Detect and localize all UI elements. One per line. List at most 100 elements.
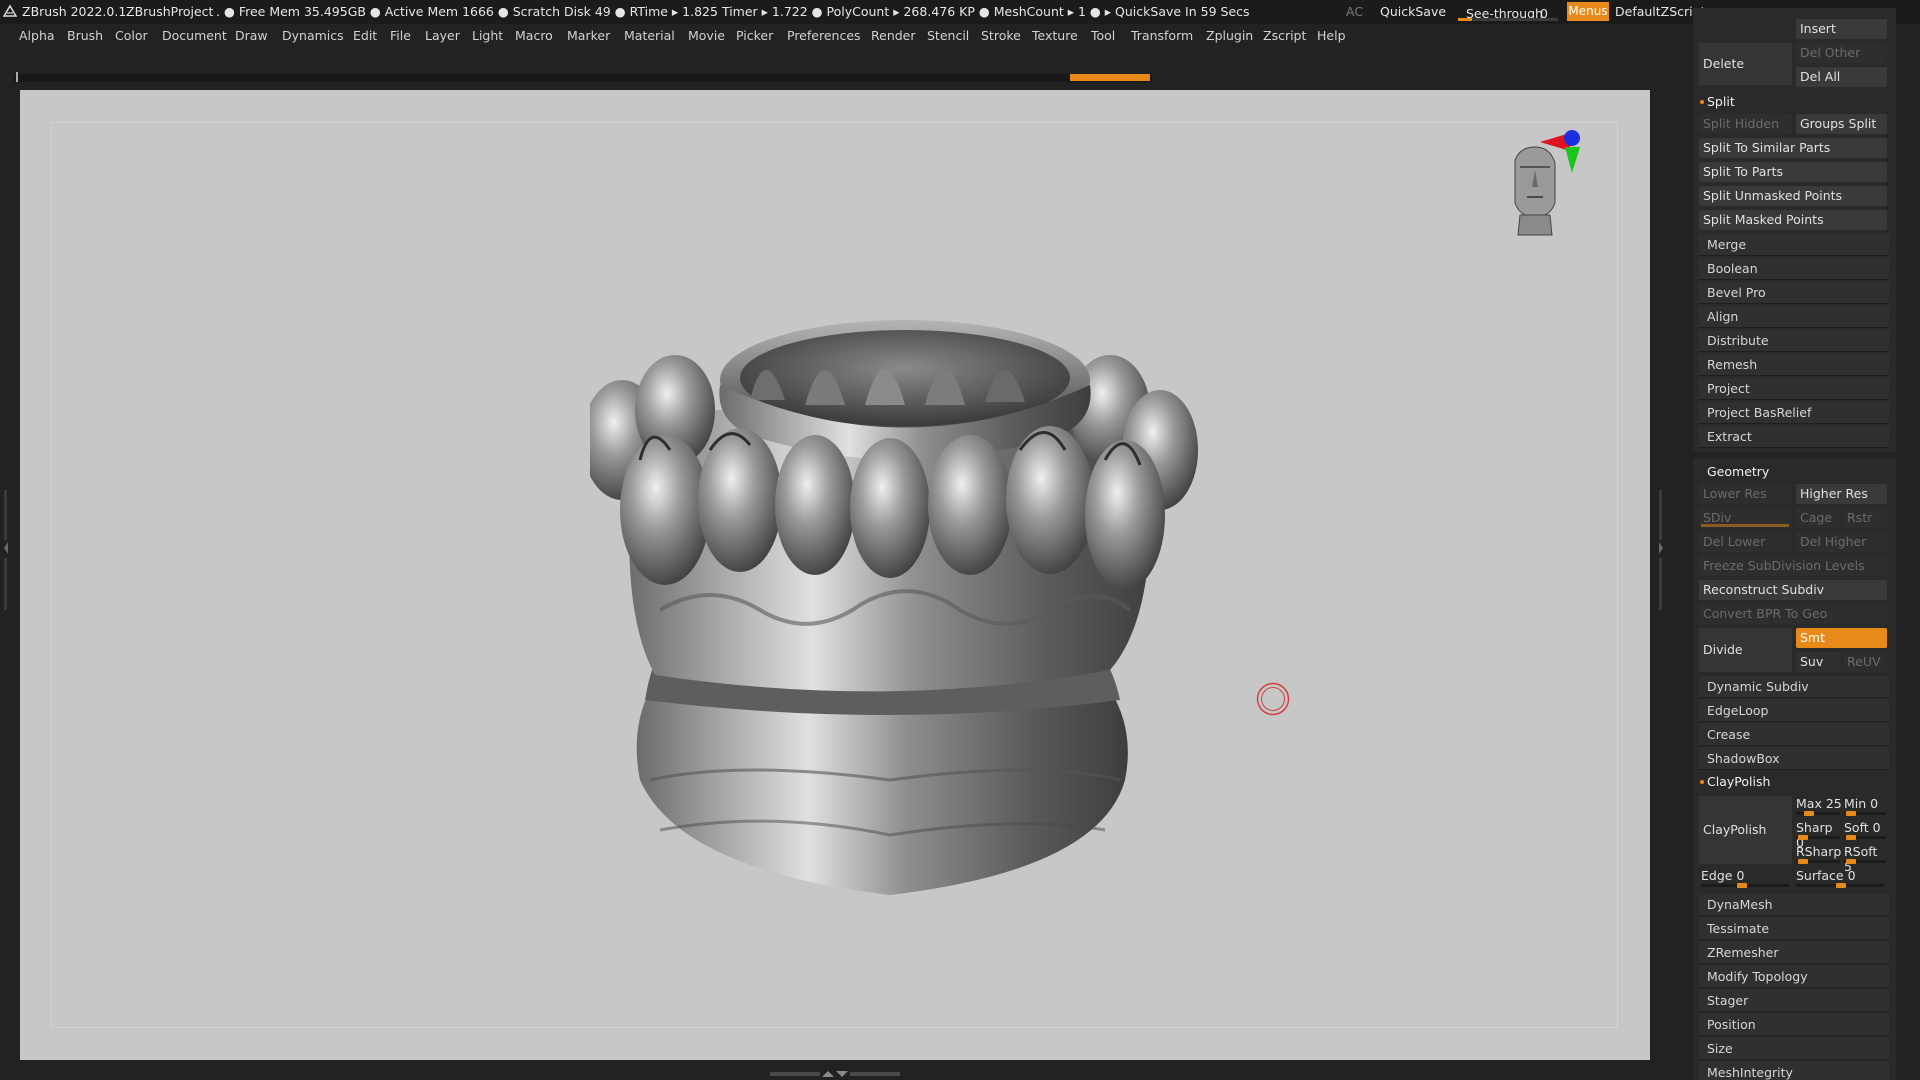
sculpted-mesh[interactable] (590, 310, 1210, 930)
menu-draw[interactable]: Draw (235, 28, 268, 43)
extract-subpalette[interactable]: Extract (1699, 426, 1889, 448)
insert-button[interactable]: Insert (1796, 19, 1887, 39)
menu-movie[interactable]: Movie (688, 28, 725, 43)
suv-toggle[interactable]: Suv (1796, 652, 1841, 672)
claypolish-section-header[interactable]: ClayPolish (1699, 772, 1889, 792)
project-basrelief-subpalette[interactable]: Project BasRelief (1699, 402, 1889, 424)
merge-subpalette[interactable]: Merge (1699, 234, 1889, 256)
min-slider[interactable]: Min 0 (1844, 796, 1888, 816)
menu-zscript[interactable]: Zscript (1263, 28, 1306, 43)
rsharp-knob[interactable] (1798, 859, 1808, 864)
menu-edit[interactable]: Edit (353, 28, 377, 43)
position-subpalette[interactable]: Position (1699, 1014, 1889, 1036)
stager-subpalette[interactable]: Stager (1699, 990, 1889, 1012)
tessimate-subpalette[interactable]: Tessimate (1699, 918, 1889, 940)
cage-button[interactable]: Cage (1796, 508, 1841, 528)
soft-slider[interactable]: Soft 0 (1844, 820, 1888, 840)
min-knob[interactable] (1846, 811, 1856, 816)
modify-topology-subpalette[interactable]: Modify Topology (1699, 966, 1889, 988)
split-to-parts-button[interactable]: Split To Parts (1699, 162, 1887, 182)
del-lower-button[interactable]: Del Lower (1699, 532, 1792, 552)
surface-knob[interactable] (1836, 883, 1846, 888)
split-section-header[interactable]: Split (1699, 92, 1889, 112)
del-all-button[interactable]: Del All (1796, 67, 1887, 87)
menu-preferences[interactable]: Preferences (787, 28, 861, 43)
lower-res-button[interactable]: Lower Res (1699, 484, 1792, 504)
dynamic-subdiv-subpalette[interactable]: Dynamic Subdiv (1699, 676, 1889, 698)
size-subpalette[interactable]: Size (1699, 1038, 1889, 1060)
menu-dynamics[interactable]: Dynamics (282, 28, 344, 43)
surface-slider[interactable]: Surface 0 (1796, 868, 1888, 888)
del-other-button[interactable]: Del Other (1796, 43, 1887, 63)
meshintegrity-subpalette[interactable]: MeshIntegrity (1699, 1062, 1889, 1080)
ac-button[interactable]: AC (1346, 4, 1363, 19)
del-higher-button[interactable]: Del Higher (1796, 532, 1887, 552)
sharp-slider[interactable]: Sharp 0 (1796, 820, 1842, 850)
distribute-subpalette[interactable]: Distribute (1699, 330, 1889, 352)
freeze-subdivision-button[interactable]: Freeze SubDivision Levels (1699, 556, 1887, 576)
menu-brush[interactable]: Brush (67, 28, 103, 43)
navigator-gizmo[interactable] (1510, 125, 1580, 265)
rsharp-slider[interactable]: RSharp (1796, 844, 1842, 864)
crease-subpalette[interactable]: Crease (1699, 724, 1889, 746)
project-subpalette[interactable]: Project (1699, 378, 1889, 400)
menu-stencil[interactable]: Stencil (927, 28, 969, 43)
right-tray-handle-icon[interactable] (1658, 490, 1664, 610)
split-similar-parts-button[interactable]: Split To Similar Parts (1699, 138, 1887, 158)
menus-toggle-button[interactable]: Menus (1567, 2, 1609, 21)
left-tray-handle-icon[interactable] (3, 490, 9, 610)
sdiv-slider[interactable]: SDiv (1699, 508, 1792, 528)
align-subpalette[interactable]: Align (1699, 306, 1889, 328)
higher-res-button[interactable]: Higher Res (1796, 484, 1887, 504)
rsoft-knob[interactable] (1846, 859, 1856, 864)
menu-layer[interactable]: Layer (425, 28, 460, 43)
menu-picker[interactable]: Picker (736, 28, 773, 43)
divide-button[interactable]: Divide (1699, 628, 1792, 672)
menu-zplugin[interactable]: Zplugin (1206, 28, 1253, 43)
split-unmasked-points-button[interactable]: Split Unmasked Points (1699, 186, 1887, 206)
geometry-section-header[interactable]: Geometry (1699, 462, 1889, 482)
menu-render[interactable]: Render (871, 28, 916, 43)
menu-document[interactable]: Document (162, 28, 227, 43)
menu-alpha[interactable]: Alpha (19, 28, 55, 43)
menu-texture[interactable]: Texture (1032, 28, 1078, 43)
menu-transform[interactable]: Transform (1131, 28, 1193, 43)
quicksave-button[interactable]: QuickSave (1380, 4, 1446, 19)
max-knob[interactable] (1804, 811, 1814, 816)
dynamesh-subpalette[interactable]: DynaMesh (1699, 894, 1889, 916)
menu-macro[interactable]: Macro (515, 28, 553, 43)
rsoft-slider[interactable]: RSoft 5 (1844, 844, 1888, 874)
rstr-button[interactable]: Rstr (1843, 508, 1887, 528)
menu-marker[interactable]: Marker (567, 28, 610, 43)
menu-help[interactable]: Help (1317, 28, 1346, 43)
menu-file[interactable]: File (390, 28, 411, 43)
bottom-tray-handle-icon[interactable] (770, 1070, 900, 1078)
shelf-active-segment[interactable] (1070, 74, 1150, 81)
bevel-pro-subpalette[interactable]: Bevel Pro (1699, 282, 1889, 304)
delete-button[interactable]: Delete (1699, 43, 1792, 85)
top-shelf[interactable] (14, 72, 1152, 82)
edge-slider[interactable]: Edge 0 (1701, 868, 1791, 888)
edge-knob[interactable] (1737, 883, 1747, 888)
menu-color[interactable]: Color (115, 28, 148, 43)
sharp-knob[interactable] (1798, 835, 1808, 840)
groups-split-button[interactable]: Groups Split (1796, 114, 1887, 134)
reconstruct-subdiv-button[interactable]: Reconstruct Subdiv (1699, 580, 1887, 600)
reuv-toggle[interactable]: ReUV (1843, 652, 1887, 672)
see-through-track[interactable] (1458, 18, 1558, 21)
claypolish-button[interactable]: ClayPolish (1699, 796, 1792, 864)
menu-stroke[interactable]: Stroke (981, 28, 1021, 43)
zremesher-subpalette[interactable]: ZRemesher (1699, 942, 1889, 964)
see-through-slider[interactable]: See-through 0 (1458, 2, 1558, 21)
menu-material[interactable]: Material (624, 28, 675, 43)
smt-toggle[interactable]: Smt (1796, 628, 1887, 648)
default-zscript-button[interactable]: DefaultZScript (1615, 4, 1706, 19)
menu-tool[interactable]: Tool (1091, 28, 1115, 43)
max-slider[interactable]: Max 25 (1796, 796, 1842, 816)
edgeloop-subpalette[interactable]: EdgeLoop (1699, 700, 1889, 722)
split-hidden-button[interactable]: Split Hidden (1699, 114, 1792, 134)
boolean-subpalette[interactable]: Boolean (1699, 258, 1889, 280)
soft-knob[interactable] (1846, 835, 1856, 840)
document-viewport[interactable] (20, 90, 1650, 1060)
split-masked-points-button[interactable]: Split Masked Points (1699, 210, 1887, 230)
